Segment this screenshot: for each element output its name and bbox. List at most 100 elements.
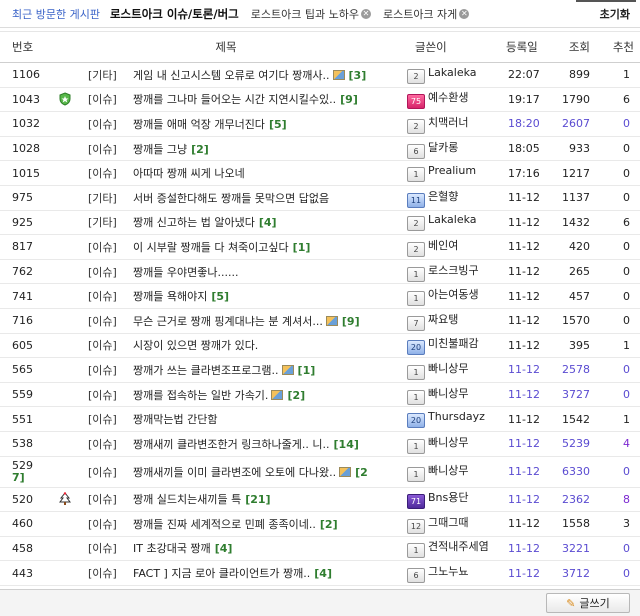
writer-name[interactable]: 로스크빙구 <box>428 264 479 277</box>
post-title-link[interactable]: 짱깨들 진짜 세계적으로 민폐 종족이네.. <box>133 518 316 531</box>
writer-name[interactable]: Lakaleka <box>428 213 477 226</box>
post-writer[interactable]: 1 Prealium <box>407 160 503 186</box>
comment-count[interactable]: [9] <box>342 315 360 328</box>
writer-name[interactable]: 아는여동생 <box>428 288 479 301</box>
post-writer[interactable]: 1 빠니상무 <box>407 382 503 408</box>
post-title-link[interactable]: 짱깨들 그냥 <box>133 143 187 156</box>
comment-count[interactable]: [2] <box>320 518 338 531</box>
writer-name[interactable]: 견적내주세염 <box>428 540 489 553</box>
table-row[interactable]: 741 [이슈] 짱깨들 욕해야지 [5] 1 아는여동생 11-12 457 0 <box>0 283 640 309</box>
post-writer[interactable]: 2 베인여 <box>407 234 503 260</box>
post-title-link[interactable]: 짱깨새끼들 이미 클라변조에 오토에 다나왔.. <box>133 466 336 479</box>
writer-name[interactable]: 베인여 <box>428 239 458 252</box>
post-title-link[interactable]: 짱깨 실드치는새끼들 특 <box>133 493 241 506</box>
comment-count[interactable]: [2 <box>355 466 368 479</box>
writer-name[interactable]: 빠니상무 <box>428 464 468 477</box>
post-title-link[interactable]: 짱깨새끼 클라변조한거 링크하나줄게.. 니.. <box>133 438 330 451</box>
recent-tab-current[interactable]: 로스트아크 이슈/토론/버그 <box>110 6 239 22</box>
post-title-link[interactable]: 짱깨들 욕해야지 <box>133 290 207 303</box>
post-writer[interactable]: 1 아는여동생 <box>407 283 503 309</box>
post-writer[interactable]: 1 빠니상무 <box>407 456 503 488</box>
writer-name[interactable]: 빠니상무 <box>428 362 468 375</box>
post-title-link[interactable]: 짱깨 신고하는 법 알아냈다 <box>133 216 255 229</box>
post-title-link[interactable]: 무슨 근거로 짱깨 핑계대냐는 분 계셔서... <box>133 315 323 328</box>
post-writer[interactable]: 1 로스크빙구 <box>407 259 503 285</box>
post-title-link[interactable]: FACT ] 지금 로아 클라이언트가 짱깨.. <box>133 567 310 580</box>
table-row[interactable]: 1015 [이슈] 아따따 짱깨 씨게 나오네 1 Prealium 17:16 1217 0 <box>0 160 640 186</box>
table-row[interactable]: 559 [이슈] 짱깨를 접속하는 일반 가속기. [2] 1 빠니상무 11-12 3727… <box>0 382 640 408</box>
table-row[interactable]: 605 [이슈] 시장이 있으면 짱깨가 있다. 20 미친불패감 11-12 395 1 <box>0 333 640 359</box>
writer-name[interactable]: 빠니상무 <box>428 436 468 449</box>
comment-count[interactable]: [2] <box>191 143 209 156</box>
writer-name[interactable]: 그때그때 <box>428 516 468 529</box>
post-title-link[interactable]: 짱깨를 그나마 들어오는 시간 지연시킬수있.. <box>133 93 336 106</box>
writer-name[interactable]: Prealium <box>428 164 476 177</box>
recent-tab-free[interactable]: 로스트아크 자게 ✕ <box>383 6 470 22</box>
table-row[interactable]: 1028 [이슈] 짱깨들 그냥 [2] 6 달카롱 18:05 933 0 <box>0 136 640 162</box>
comment-count[interactable]: [1] <box>293 241 311 254</box>
table-row[interactable]: 817 [이슈] 이 시부랄 짱깨들 다 쳐죽이고싶다 [1] 2 베인여 11-12 420… <box>0 234 640 260</box>
writer-name[interactable]: 예수환생 <box>428 91 468 104</box>
post-title-link[interactable]: 아따따 짱깨 씨게 나오네 <box>133 167 245 180</box>
writer-name[interactable]: 치맥러너 <box>428 116 468 129</box>
post-writer[interactable]: 20 미친불패감 <box>407 333 503 359</box>
post-title-link[interactable]: 짱깨막는법 간단함 <box>133 413 217 426</box>
post-title-link[interactable]: 짱깨들 우야면좋나...... <box>133 266 238 279</box>
writer-name[interactable]: 달카롱 <box>428 141 458 154</box>
post-writer[interactable]: 6 그노누뇨 <box>407 560 503 586</box>
post-writer[interactable]: 2 Lakaleka <box>407 210 503 236</box>
post-title-link[interactable]: 게임 내 신고시스템 오류로 여기다 짱깨사.. <box>133 69 330 82</box>
comment-count[interactable]: [2] <box>287 389 305 402</box>
comment-count[interactable]: [5] <box>211 290 229 303</box>
post-title-link[interactable]: 짱깨들 애매 억장 개무너진다 <box>133 118 265 131</box>
post-writer[interactable]: 11 은혈향 <box>407 185 503 211</box>
comment-count[interactable]: [1] <box>298 364 316 377</box>
table-row[interactable]: 529 7] [이슈] 짱깨새끼들 이미 클라변조에 오토에 다나왔.. [2 1 빠니상무… <box>0 456 640 488</box>
table-row[interactable]: 1032 [이슈] 짱깨들 애매 억장 개무너진다 [5] 2 치맥러너 18:20 2607… <box>0 111 640 137</box>
post-writer[interactable]: 12 그때그때 <box>407 511 503 537</box>
writer-name[interactable]: Thursdayz <box>428 410 485 423</box>
post-title-link[interactable]: 짱깨가 쓰는 클라변조프로그램.. <box>133 364 279 377</box>
post-writer[interactable]: 2 Lakaleka <box>407 62 503 88</box>
writer-name[interactable]: 빠니상무 <box>428 387 468 400</box>
writer-name[interactable]: Lakaleka <box>428 66 477 79</box>
table-row[interactable]: 520 [이슈] 짱깨 실드치는새끼들 특 [21] 71 Bns용단 11-12 2362 8 <box>0 487 640 513</box>
writer-name[interactable]: 짜요탱 <box>428 313 458 326</box>
table-row[interactable]: 551 [이슈] 짱깨막는법 간단함 20 Thursdayz 11-12 1542 1 <box>0 406 640 432</box>
comment-count[interactable]: [14] <box>334 438 359 451</box>
table-row[interactable]: 565 [이슈] 짱깨가 쓰는 클라변조프로그램.. [1] 1 빠니상무 11-12 257… <box>0 357 640 383</box>
post-writer[interactable]: 1 견적내주세염 <box>407 536 503 562</box>
comment-count[interactable]: [3] <box>349 69 367 82</box>
writer-name[interactable]: Bns용단 <box>428 491 469 504</box>
post-title-link[interactable]: 서버 증설한다해도 짱깨들 못막으면 답없음 <box>133 192 329 205</box>
table-row[interactable]: 1043 [이슈] 짱깨를 그나마 들어오는 시간 지연시킬수있.. [9] 75 예수환… <box>0 87 640 113</box>
reset-button[interactable]: 초기화 <box>600 6 630 22</box>
post-writer[interactable]: 7 짜요탱 <box>407 308 503 334</box>
table-row[interactable]: 1106 [기타] 게임 내 신고시스템 오류로 여기다 짱깨사.. [3] 2 Laka… <box>0 62 640 88</box>
table-row[interactable]: 716 [이슈] 무슨 근거로 짱깨 핑계대냐는 분 계셔서... [9] 7 짜요탱 11… <box>0 308 640 334</box>
post-writer[interactable]: 6 달카롱 <box>407 136 503 162</box>
comment-count[interactable]: [4] <box>259 216 277 229</box>
table-row[interactable]: 460 [이슈] 짱깨들 진짜 세계적으로 민폐 종족이네.. [2] 12 그때그때 11… <box>0 511 640 537</box>
writer-name[interactable]: 미친불패감 <box>428 337 479 350</box>
comment-count[interactable]: [4] <box>215 542 233 555</box>
post-writer[interactable]: 1 빠니상무 <box>407 431 503 457</box>
post-title-link[interactable]: 짱깨를 접속하는 일반 가속기. <box>133 389 268 402</box>
recent-tab-tips[interactable]: 로스트아크 팁과 노하우 ✕ <box>251 6 371 22</box>
table-row[interactable]: 538 [이슈] 짱깨새끼 클라변조한거 링크하나줄게.. 니.. [14] 1 빠니상무… <box>0 431 640 457</box>
post-title-link[interactable]: IT 초강대국 짱깨 <box>133 542 211 555</box>
post-writer[interactable]: 1 빠니상무 <box>407 357 503 383</box>
table-row[interactable]: 762 [이슈] 짱깨들 우야면좋나...... 1 로스크빙구 11-12 265 0 <box>0 259 640 285</box>
table-row[interactable]: 975 [기타] 서버 증설한다해도 짱깨들 못막으면 답없음 11 은혈향 11-12 1… <box>0 185 640 211</box>
comment-count[interactable]: [5] <box>269 118 287 131</box>
table-row[interactable]: 458 [이슈] IT 초강대국 짱깨 [4] 1 견적내주세염 11-12 3221 0 <box>0 536 640 562</box>
comment-count[interactable]: [4] <box>314 567 332 580</box>
writer-name[interactable]: 그노누뇨 <box>428 565 468 578</box>
write-button[interactable]: ✎ 글쓰기 <box>546 593 630 613</box>
table-row[interactable]: 925 [기타] 짱깨 신고하는 법 알아냈다 [4] 2 Lakaleka 11-12 14… <box>0 210 640 236</box>
writer-name[interactable]: 은혈향 <box>428 190 458 203</box>
post-writer[interactable]: 71 Bns용단 <box>407 487 503 513</box>
table-row[interactable]: 443 [이슈] FACT ] 지금 로아 클라이언트가 짱깨.. [4] 6 그노누뇨 1… <box>0 560 640 586</box>
close-icon[interactable]: ✕ <box>459 8 470 19</box>
post-writer[interactable]: 2 치맥러너 <box>407 111 503 137</box>
